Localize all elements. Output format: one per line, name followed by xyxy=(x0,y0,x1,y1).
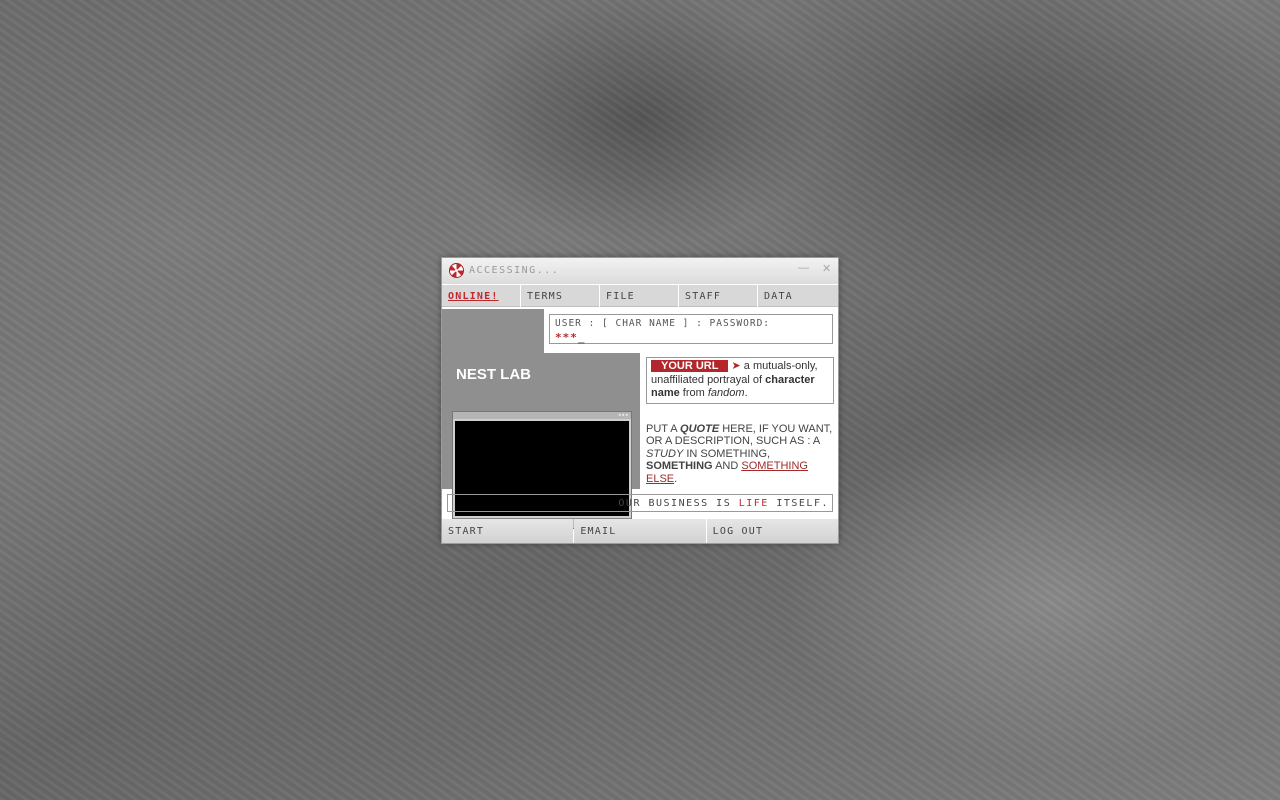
tab-file[interactable]: FILE xyxy=(600,285,678,307)
info-box: YOUR URL ➤ a mutuals-only, unaffiliated … xyxy=(646,357,834,404)
tab-data[interactable]: DATA xyxy=(758,285,838,307)
tab-staff[interactable]: STAFF xyxy=(679,285,757,307)
site-title: NEST LAB xyxy=(456,366,531,383)
window-title: ACCESSING... xyxy=(469,265,560,276)
quote-italic: STUDY xyxy=(646,447,684,460)
quote-text: PUT A QUOTE HERE, IF YOU WANT, OR A DESC… xyxy=(646,423,836,485)
quote-bold: SOMETHING xyxy=(646,460,713,473)
minimize-button[interactable]: — xyxy=(798,262,809,274)
password-field[interactable]: ***_ xyxy=(555,331,586,344)
accessing-window: ACCESSING... — ✕ ONLINE! TERMS FILE STAF… xyxy=(441,257,839,544)
text-cursor: _ xyxy=(577,331,586,344)
login-label: USER : [ CHAR NAME ] : PASSWORD: xyxy=(555,318,771,329)
nav-tabs: ONLINE! TERMS FILE STAFF DATA xyxy=(442,285,838,308)
tagline-pre: OUR BUSINESS IS xyxy=(618,498,739,509)
arrow-right-icon: ➤ xyxy=(731,360,741,372)
tagline-highlight: LIFE xyxy=(738,498,769,509)
footer-nav: START EMAIL LOG OUT xyxy=(442,519,838,543)
quote-bold-italic: QUOTE xyxy=(680,423,720,435)
info-text-2: from xyxy=(679,387,708,399)
tagline-post: ITSELF. xyxy=(768,498,829,509)
logout-button[interactable]: LOG OUT xyxy=(706,519,838,543)
info-text-3: . xyxy=(744,387,748,399)
start-button[interactable]: START xyxy=(442,519,574,543)
url-badge-link[interactable]: YOUR URL xyxy=(651,360,729,372)
quote-part-4: AND xyxy=(712,460,742,473)
media-dots-icon: ▪▪▪ xyxy=(618,412,629,419)
media-titlebar: ▪▪▪ xyxy=(453,412,631,419)
tagline: OUR BUSINESS IS LIFE ITSELF. xyxy=(447,494,833,512)
email-button[interactable]: EMAIL xyxy=(574,519,706,543)
close-button[interactable]: ✕ xyxy=(822,262,831,275)
password-mask: *** xyxy=(555,331,578,344)
desktop-background: { "window": { "title": "ACCESSING...", "… xyxy=(0,0,1280,800)
tab-terms[interactable]: TERMS xyxy=(521,285,599,307)
quote-part-1: PUT A xyxy=(646,423,681,435)
login-box[interactable]: USER : [ CHAR NAME ] : PASSWORD: ***_ xyxy=(549,314,833,344)
tab-online[interactable]: ONLINE! xyxy=(442,285,520,307)
quote-part-3: IN SOMETHING, xyxy=(683,447,771,460)
fandom-name: fandom xyxy=(707,387,745,399)
umbrella-logo-icon xyxy=(449,263,464,278)
quote-part-5: . xyxy=(674,472,678,485)
window-titlebar[interactable]: ACCESSING... — ✕ xyxy=(442,258,838,284)
